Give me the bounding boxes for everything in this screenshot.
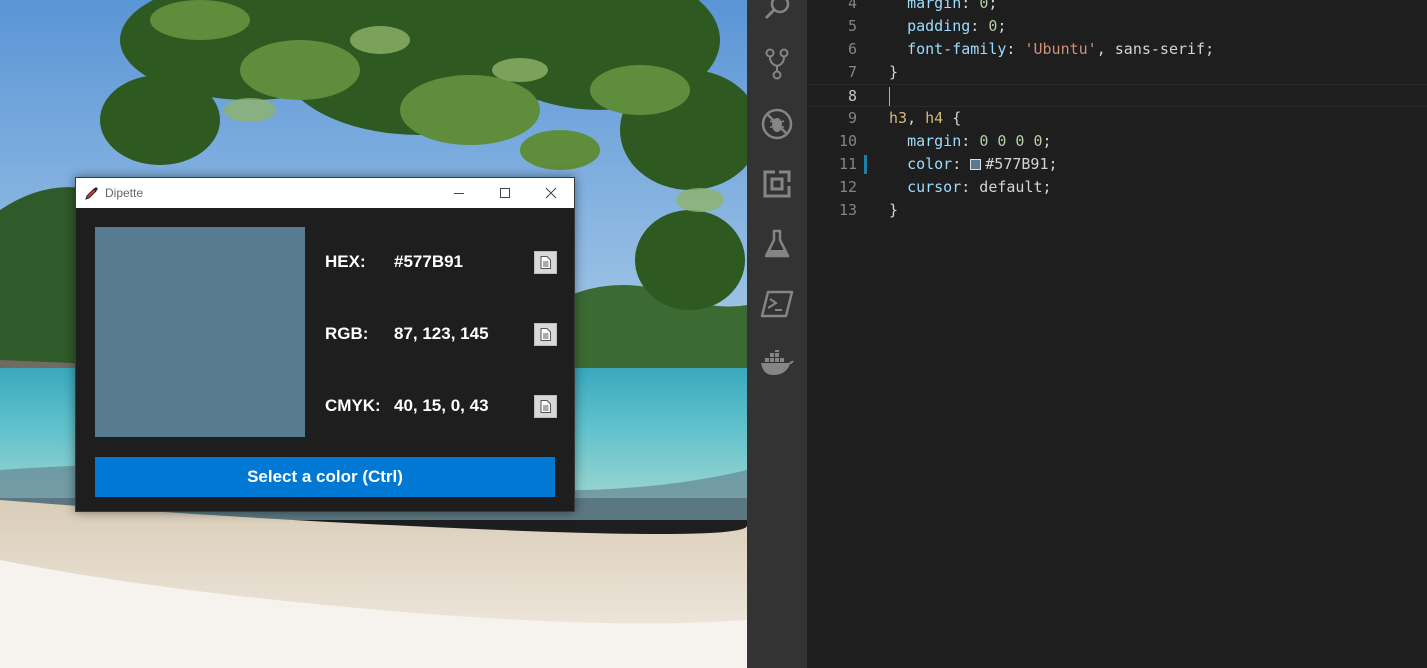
maximize-button[interactable] <box>482 178 528 208</box>
hex-label: HEX: <box>325 252 366 271</box>
copy-cmyk-button[interactable] <box>534 394 557 418</box>
code-line[interactable]: 12 cursor: default; <box>807 176 1427 199</box>
rgb-row: RGB: 87, 123, 145 <box>325 321 557 347</box>
color-decorator[interactable] <box>970 159 982 170</box>
dipette-body: HEX: #577B91 RGB: 87, 123, 145 CMYK: 40,… <box>76 208 574 511</box>
code-line[interactable]: 13} <box>807 199 1427 222</box>
copy-icon <box>540 399 551 413</box>
activity-bar <box>747 0 807 668</box>
code-line[interactable]: 9 h3, h4 { <box>807 107 1427 130</box>
flask-icon[interactable] <box>747 220 807 268</box>
code-text: cursor: default; <box>907 178 1052 196</box>
extensions-icon[interactable] <box>747 160 807 208</box>
debug-icon[interactable] <box>747 100 807 148</box>
cmyk-value: 40, 15, 0, 43 <box>394 396 489 415</box>
terminal-icon[interactable] <box>747 280 807 328</box>
line-number: 8 <box>847 87 857 105</box>
copy-icon <box>540 255 551 269</box>
line-number: 7 <box>847 63 857 81</box>
code-line[interactable]: 8 <box>807 84 1427 107</box>
code-line[interactable]: 5 padding: 0; <box>807 15 1427 38</box>
code-text: margin: 0 0 0 0; <box>907 132 1052 150</box>
line-number: 10 <box>838 132 857 150</box>
close-button[interactable] <box>528 178 574 208</box>
rgb-label: RGB: <box>325 324 369 343</box>
code-text: color: #577B91; <box>907 155 1058 173</box>
cmyk-row: CMYK: 40, 15, 0, 43 <box>325 393 557 419</box>
close-icon <box>545 187 557 199</box>
code-text: } <box>889 201 899 219</box>
copy-rgb-button[interactable] <box>534 322 557 346</box>
search-icon[interactable] <box>747 0 807 32</box>
line-number: 6 <box>847 40 857 58</box>
hex-value: #577B91 <box>394 252 464 271</box>
code-editor[interactable]: 4 margin: 0; 5 padding: 0; 6 font-family: … <box>807 0 1427 668</box>
code-text: font-family: 'Ubuntu', sans-serif; <box>907 40 1215 58</box>
copy-hex-button[interactable] <box>534 250 557 274</box>
docker-icon[interactable] <box>747 340 807 388</box>
line-number: 12 <box>838 178 857 196</box>
copy-icon <box>540 327 551 341</box>
select-color-button[interactable]: Select a color (Ctrl) <box>95 457 555 497</box>
line-number: 9 <box>847 109 857 127</box>
line-number: 5 <box>847 17 857 35</box>
line-number: 11 <box>838 155 857 173</box>
code-line[interactable]: 7} <box>807 61 1427 84</box>
code-line[interactable]: 10 margin: 0 0 0 0; <box>807 130 1427 153</box>
minimize-icon <box>454 193 464 194</box>
rgb-value: 87, 123, 145 <box>394 324 489 343</box>
line-number: 4 <box>847 0 857 12</box>
maximize-icon <box>500 188 510 198</box>
code-text: h3, h4 { <box>889 109 962 127</box>
eyedropper-icon <box>85 187 98 200</box>
source-control-icon[interactable] <box>747 40 807 88</box>
minimize-button[interactable] <box>436 178 482 208</box>
hex-row: HEX: #577B91 <box>325 249 557 275</box>
modified-line-marker <box>864 155 867 174</box>
text-cursor <box>889 87 890 106</box>
dipette-window: Dipette HEX: #577B91 RGB: 87, 123, 145 C… <box>75 177 575 512</box>
color-preview <box>95 227 305 437</box>
code-line[interactable]: 6 font-family: 'Ubuntu', sans-serif; <box>807 38 1427 61</box>
code-line[interactable]: 4 margin: 0; <box>807 0 1427 15</box>
code-line[interactable]: 11 color: #577B91; <box>807 153 1427 176</box>
line-number: 13 <box>838 201 857 219</box>
window-title: Dipette <box>105 186 144 200</box>
code-text: margin: 0; <box>907 0 998 12</box>
code-text: padding: 0; <box>907 17 1007 35</box>
cmyk-label: CMYK: <box>325 396 381 415</box>
title-bar[interactable]: Dipette <box>76 178 574 208</box>
code-text: } <box>889 63 899 81</box>
